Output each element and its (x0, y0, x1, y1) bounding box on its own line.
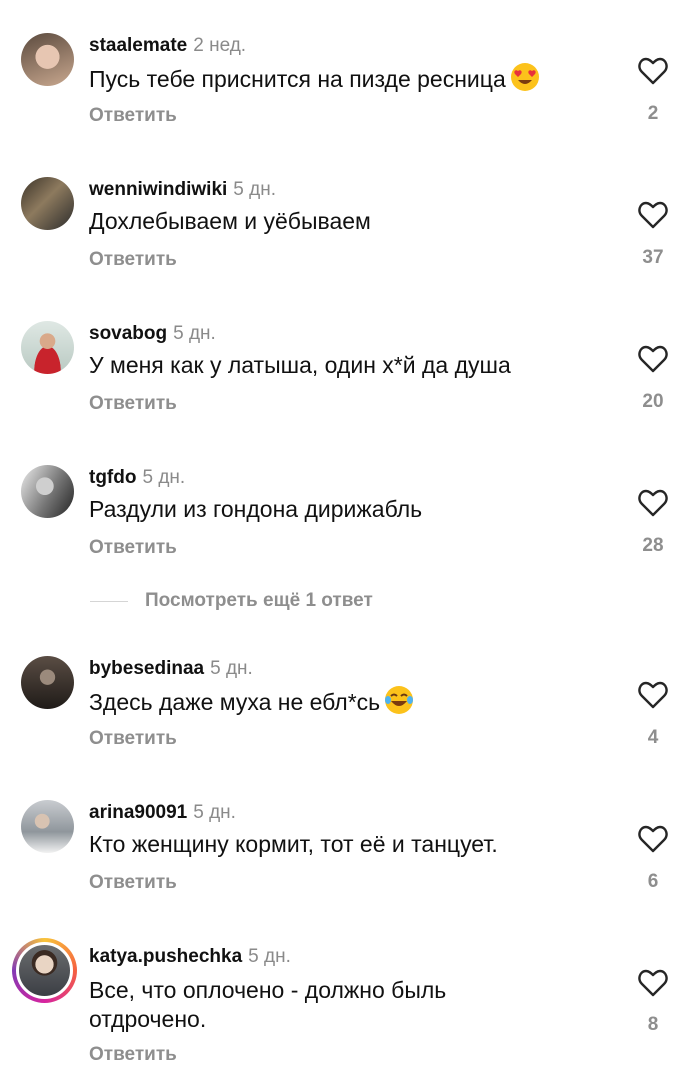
avatar[interactable] (21, 656, 74, 709)
comment-text: Раздули из гондона дирижабль (89, 496, 423, 522)
like-count: 37 (642, 247, 664, 268)
avatar (16, 942, 73, 999)
avatar[interactable] (21, 177, 74, 230)
comment-username[interactable]: staalemate (89, 35, 187, 56)
comment-username[interactable]: tgfdo (89, 467, 136, 488)
like-count: 2 (647, 103, 659, 124)
like-count: 6 (647, 871, 659, 892)
like-heart-icon[interactable] (638, 57, 668, 85)
avatar[interactable] (21, 33, 74, 86)
comment-time: 5 дн. (142, 467, 186, 488)
comment-text: Дохлебываем и уёбываем (89, 208, 371, 234)
comment-username[interactable]: arina90091 (89, 802, 187, 823)
comment-username[interactable]: sovabog (89, 323, 167, 344)
reply-button[interactable]: Ответить (89, 249, 177, 271)
comment-text-continued: отдрочено. (89, 1006, 207, 1032)
reply-button[interactable]: Ответить (89, 1044, 177, 1066)
reply-button[interactable]: Ответить (89, 393, 177, 415)
like-heart-icon[interactable] (638, 201, 668, 229)
tears-of-joy-emoji-icon (385, 686, 414, 714)
comment-time: 5 дн. (173, 323, 216, 344)
comment-username[interactable]: katya.pushechka (89, 946, 242, 967)
comment-username[interactable]: wenniwindiwiki (89, 179, 227, 200)
comment-username[interactable]: bybesedinaa (89, 658, 204, 679)
like-count: 20 (642, 391, 664, 412)
comment-text: Кто женщину кормит, тот её и танцует. (89, 831, 498, 857)
avatar[interactable] (21, 465, 74, 518)
divider (90, 601, 128, 602)
heart-eyes-emoji-icon (510, 63, 539, 91)
comment-text: Пусь тебе приснится на пизде ресница (89, 62, 540, 95)
like-count: 28 (642, 535, 664, 556)
reply-button[interactable]: Ответить (89, 537, 177, 559)
like-heart-icon[interactable] (638, 825, 668, 853)
like-heart-icon[interactable] (638, 969, 668, 997)
like-heart-icon[interactable] (638, 345, 668, 373)
comment-time: 5 дн. (233, 179, 277, 200)
view-more-replies-button[interactable]: Посмотреть ещё 1 ответ (145, 590, 373, 612)
like-count: 8 (647, 1014, 659, 1035)
comment-text: Здесь даже муха не ебл*сь (89, 685, 414, 718)
reply-button[interactable]: Ответить (89, 728, 177, 750)
avatar[interactable] (21, 321, 74, 374)
comment-text: Все, что оплочено - должно быль (89, 977, 447, 1003)
reply-button[interactable]: Ответить (89, 105, 177, 127)
comment-text: У меня как у латыша, один х*й да душа (89, 352, 511, 378)
avatar[interactable] (21, 800, 74, 853)
comment-time: 5 дн. (248, 946, 291, 967)
like-heart-icon[interactable] (638, 681, 668, 709)
comment-time: 5 дн. (210, 658, 253, 679)
comment-time: 5 дн. (193, 802, 236, 823)
like-count: 4 (647, 727, 659, 748)
avatar-story-ring[interactable] (12, 938, 77, 1003)
like-heart-icon[interactable] (638, 489, 668, 517)
reply-button[interactable]: Ответить (89, 872, 177, 894)
comment-time: 2 нед. (193, 35, 247, 56)
